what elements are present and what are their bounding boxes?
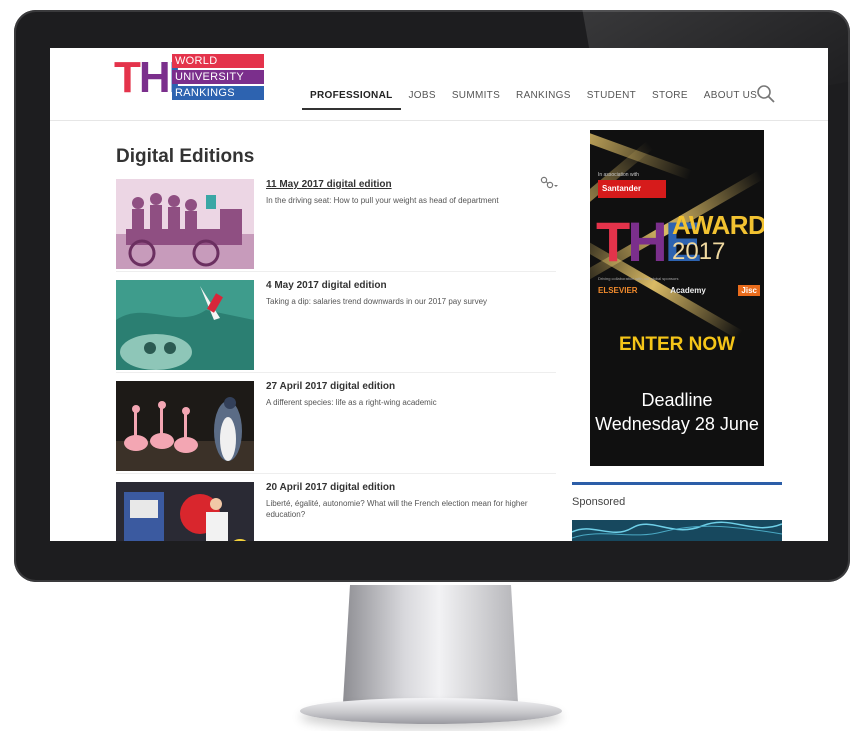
monitor-bezel: T H E WORLD UNIVERSITY RANKINGS PROFESSI… [14, 10, 850, 582]
the-world-university-rankings-logo[interactable]: T H E WORLD UNIVERSITY RANKINGS [114, 54, 264, 102]
logo-letter-h: H [138, 53, 171, 102]
main-nav: PROFESSIONAL JOBS SUMMITS RANKINGS STUDE… [302, 88, 765, 110]
sponsored-heading: Sponsored [572, 496, 626, 508]
edition-title-link[interactable]: 4 May 2017 digital edition [266, 280, 387, 291]
the-awards-advert[interactable]: In association with Santander T H E AWAR… [590, 130, 764, 466]
edition-item: 11 May 2017 digital edition In the drivi… [116, 179, 556, 272]
enter-now-cta[interactable]: ENTER NOW [590, 334, 764, 356]
edition-thumbnail[interactable] [116, 381, 254, 471]
edition-item: 20 April 2017 digital edition Liberté, é… [116, 482, 556, 541]
screen: T H E WORLD UNIVERSITY RANKINGS PROFESSI… [50, 48, 828, 541]
edition-thumbnail[interactable] [116, 280, 254, 370]
academy-logo: Academy [670, 286, 706, 295]
logo-bar-rankings: RANKINGS [172, 86, 264, 100]
sponsored-divider [572, 482, 782, 485]
logo-bar-world: WORLD [172, 54, 264, 68]
nav-student[interactable]: STUDENT [579, 88, 644, 108]
ad-association-text: In association with [598, 172, 639, 178]
edition-thumbnail[interactable] [116, 179, 254, 269]
elsevier-logo: ELSEVIER [598, 286, 638, 295]
edition-description: A different species: life as a right-win… [266, 398, 437, 407]
edition-item: 27 April 2017 digital edition A differen… [116, 381, 556, 474]
edition-title-link[interactable]: 27 April 2017 digital edition [266, 381, 395, 392]
edition-description: In the driving seat: How to pull your we… [266, 196, 499, 205]
edition-thumbnail[interactable] [116, 482, 254, 541]
ad-deadline-line2: Wednesday 28 June [595, 414, 759, 434]
santander-logo: Santander [598, 180, 666, 198]
nav-rankings[interactable]: RANKINGS [508, 88, 579, 108]
nav-professional[interactable]: PROFESSIONAL [302, 88, 401, 110]
search-icon[interactable] [756, 84, 776, 104]
ad-the-letter-t: T [596, 210, 630, 273]
jisc-logo: Jisc [738, 285, 760, 296]
edition-title-link[interactable]: 11 May 2017 digital edition [266, 179, 392, 190]
page-title: Digital Editions [116, 146, 255, 167]
nav-store[interactable]: STORE [644, 88, 696, 108]
sponsored-image[interactable] [572, 520, 782, 541]
monitor-stand-base [300, 698, 562, 724]
logo-bars: WORLD UNIVERSITY RANKINGS [172, 54, 264, 102]
ad-year: 2017 [672, 238, 726, 265]
edition-item: 4 May 2017 digital edition Taking a dip:… [116, 280, 556, 373]
logo-bar-university: UNIVERSITY [172, 70, 264, 84]
ad-deadline: Deadline Wednesday 28 June [590, 388, 764, 436]
ad-deadline-line1: Deadline [641, 390, 713, 410]
ad-awards-heading: AWARDS [672, 210, 764, 240]
nav-summits[interactable]: SUMMITS [444, 88, 508, 108]
nav-jobs[interactable]: JOBS [401, 88, 444, 108]
logo-letter-t: T [114, 53, 141, 102]
site-header: T H E WORLD UNIVERSITY RANKINGS PROFESSI… [50, 48, 828, 121]
monitor-stand-neck [343, 585, 518, 703]
ad-fine-print: Driving collaboration with our global sp… [598, 276, 679, 281]
edition-description: Liberté, égalité, autonomie? What will t… [266, 499, 528, 519]
nav-about-us[interactable]: ABOUT US [696, 88, 765, 108]
ad-sponsor-logos: ELSEVIER Academy Jisc [598, 285, 760, 296]
edition-description: Taking a dip: salaries trend downwards i… [266, 297, 488, 306]
ad-the-letter-h: H [627, 210, 667, 273]
edition-title-link[interactable]: 20 April 2017 digital edition [266, 482, 395, 493]
